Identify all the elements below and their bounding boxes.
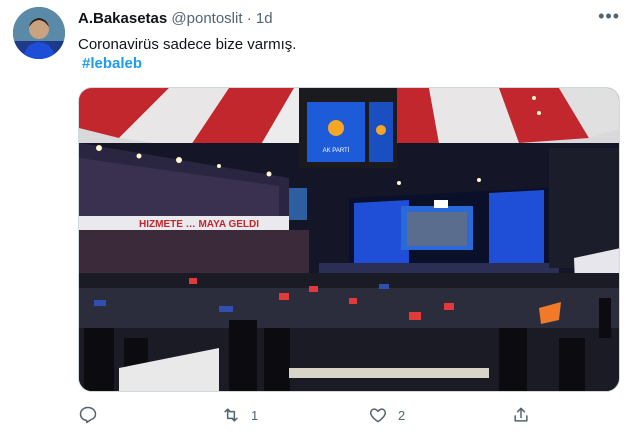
tweet-header: A.Bakasetas @pontoslit · 1d bbox=[78, 10, 273, 28]
like-count: 2 bbox=[398, 407, 406, 423]
tweet-text: Coronavirüs sadece bize varmış. bbox=[78, 36, 297, 53]
tweet-photo[interactable]: AK PARTİ HIZMETE … MAYA GELDI bbox=[78, 87, 620, 392]
retweet-count: 1 bbox=[251, 407, 259, 423]
author-handle[interactable]: @pontoslit bbox=[171, 10, 242, 27]
arena-photo: AK PARTİ HIZMETE … MAYA GELDI bbox=[79, 88, 619, 391]
banner-text: HIZMETE … MAYA GELDI bbox=[139, 219, 259, 230]
retweet-button[interactable]: 1 bbox=[221, 405, 258, 425]
tweet-timestamp[interactable]: 1d bbox=[256, 10, 273, 27]
reply-button[interactable] bbox=[78, 405, 108, 425]
share-button[interactable] bbox=[511, 405, 531, 425]
like-icon bbox=[369, 408, 387, 423]
hashtag-link[interactable]: #lebaleb bbox=[82, 54, 142, 74]
screen-logo-text: AK PARTİ bbox=[323, 147, 350, 154]
share-icon bbox=[514, 407, 528, 422]
reply-icon bbox=[79, 406, 97, 424]
author-name[interactable]: A.Bakasetas bbox=[78, 10, 167, 27]
separator-dot: · bbox=[246, 10, 252, 27]
retweet-icon bbox=[224, 408, 238, 422]
like-button[interactable]: 2 bbox=[368, 405, 405, 425]
more-icon[interactable]: ••• bbox=[598, 6, 620, 27]
tweet-actions: 1 2 bbox=[78, 405, 618, 429]
avatar[interactable] bbox=[13, 7, 65, 59]
